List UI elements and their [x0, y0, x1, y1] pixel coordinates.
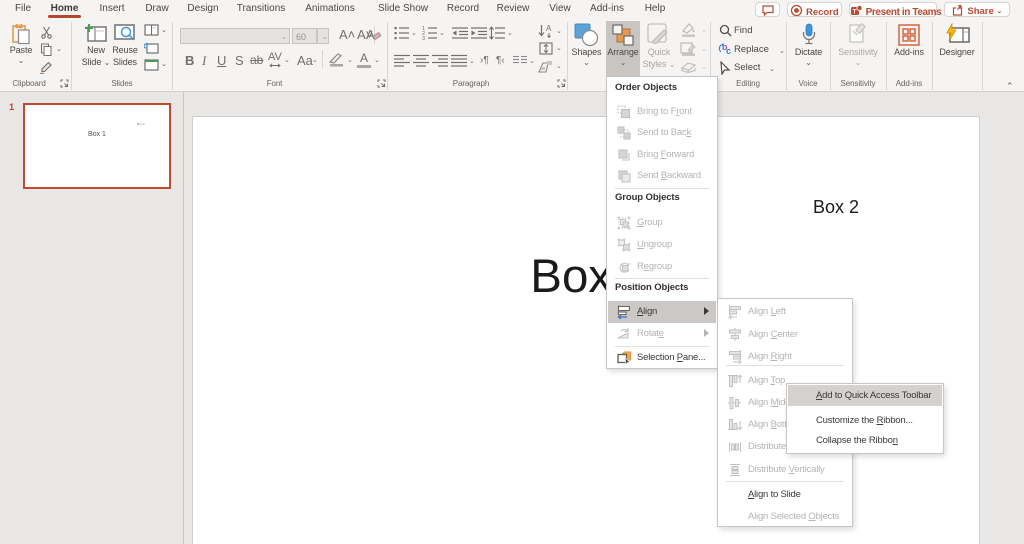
- svg-text:T: T: [853, 9, 857, 16]
